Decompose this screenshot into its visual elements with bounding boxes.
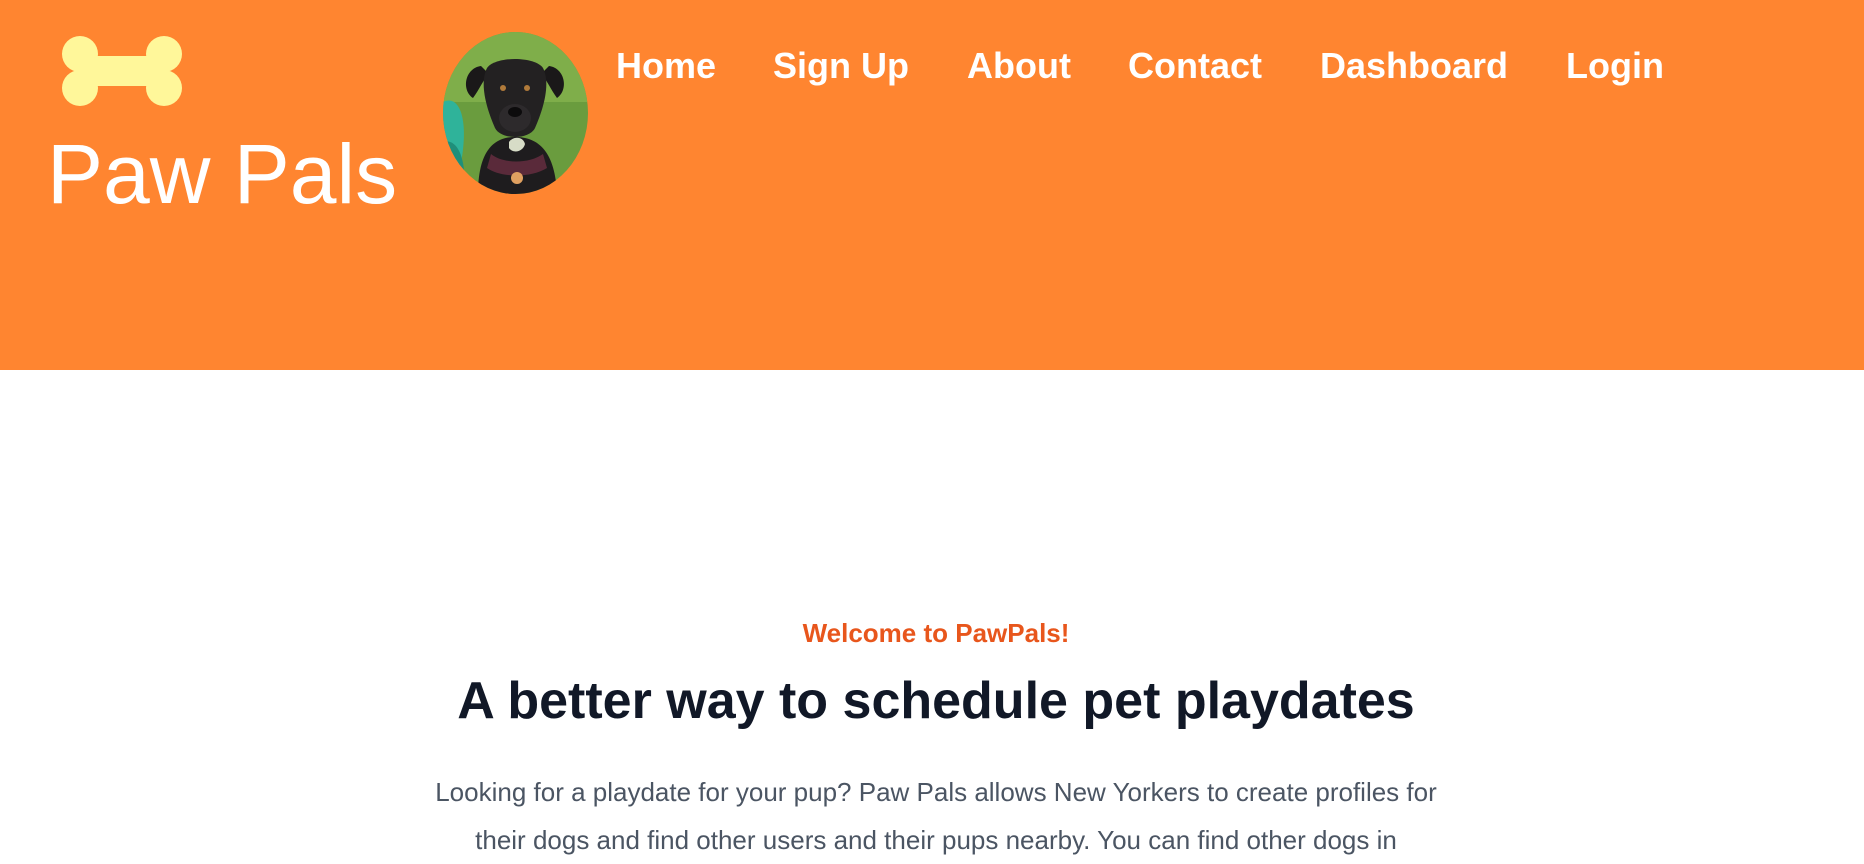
nav-dashboard-link[interactable]: Dashboard xyxy=(1320,44,1508,88)
nav-about-link[interactable]: About xyxy=(967,44,1071,88)
welcome-eyebrow: Welcome to PawPals! xyxy=(802,618,1070,648)
nav-sign-up-link[interactable]: Sign Up xyxy=(773,44,909,88)
nav-contact-link[interactable]: Contact xyxy=(1128,44,1262,88)
hero-intro-text: Looking for a playdate for your pup? Paw… xyxy=(435,777,1437,855)
brand-name[interactable]: Paw Pals xyxy=(47,132,397,216)
site-header: Paw Pals Home Sign Up About Contact Dash… xyxy=(0,0,1864,370)
dog-avatar-image xyxy=(443,32,588,194)
hero-headline: A better way to schedule pet playdates xyxy=(457,672,1415,730)
dog-avatar xyxy=(443,32,588,194)
nav-home-link[interactable]: Home xyxy=(616,44,716,88)
bone-icon[interactable] xyxy=(60,34,184,108)
nav-login-link[interactable]: Login xyxy=(1566,44,1664,88)
